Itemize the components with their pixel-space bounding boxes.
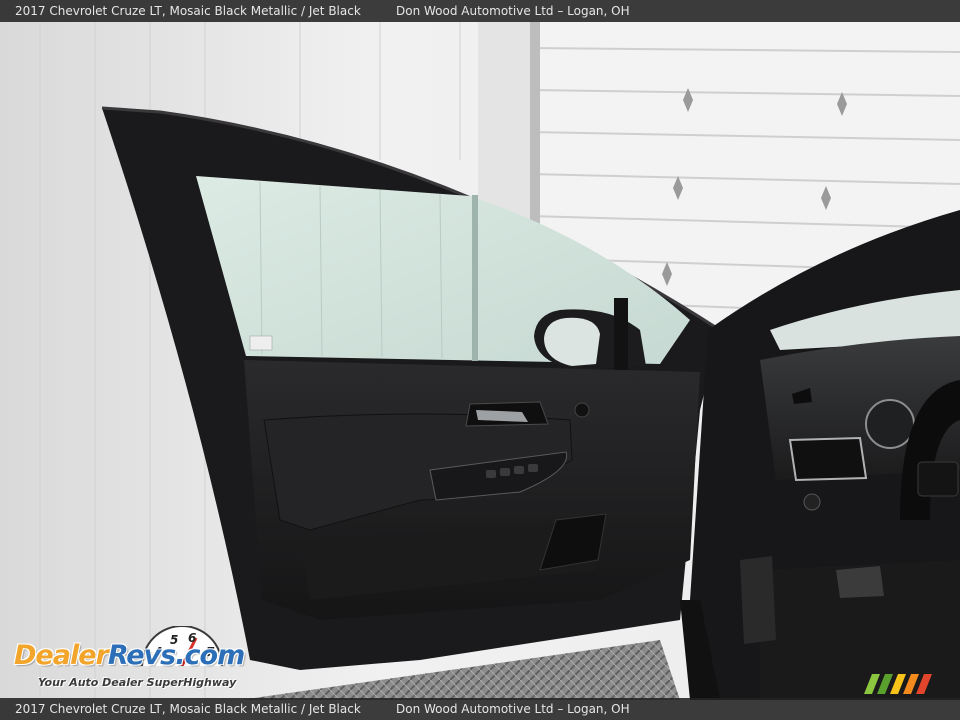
floor-mat-logo (836, 566, 884, 598)
wordmark-dealer: Dealer (14, 640, 109, 671)
dealer-caption: Don Wood Automotive Ltd – Logan, OH (396, 4, 630, 18)
lock-button (574, 402, 590, 418)
stripe (864, 674, 880, 694)
dealerrevs-tagline: Your Auto Dealer SuperHighway (38, 676, 237, 689)
dealer-caption: Don Wood Automotive Ltd – Logan, OH (396, 702, 630, 716)
vehicle-photo (0, 0, 960, 720)
caption-bar-bottom: 2017 Chevrolet Cruze LT, Mosaic Black Me… (0, 698, 960, 720)
dealerrevs-watermark: 4 5 6 7 DealerRevs.com Your Auto Dealer … (12, 626, 262, 696)
caption-bar-top: 2017 Chevrolet Cruze LT, Mosaic Black Me… (0, 0, 960, 22)
window-sticker (249, 335, 273, 351)
dealerrevs-wordmark: DealerRevs.com (14, 640, 245, 671)
stripe (903, 674, 919, 694)
pedal (740, 556, 776, 644)
wordmark-revs: Revs (107, 640, 176, 671)
steering-controls (917, 461, 959, 497)
stripe (890, 674, 906, 694)
mirror-mount (614, 298, 628, 370)
air-vent (788, 436, 868, 482)
stripe (877, 674, 893, 694)
instrument-cluster (865, 399, 915, 449)
stripe (916, 674, 932, 694)
vehicle-caption: 2017 Chevrolet Cruze LT, Mosaic Black Me… (15, 4, 361, 18)
vehicle-caption: 2017 Chevrolet Cruze LT, Mosaic Black Me… (15, 702, 361, 716)
headlight-switch (803, 493, 821, 511)
wordmark-suffix: .com (175, 640, 245, 671)
window-pillar-reflection (472, 195, 478, 361)
stripes-logo-icon (864, 674, 932, 694)
photo-viewer: 2017 Chevrolet Cruze LT, Mosaic Black Me… (0, 0, 960, 720)
